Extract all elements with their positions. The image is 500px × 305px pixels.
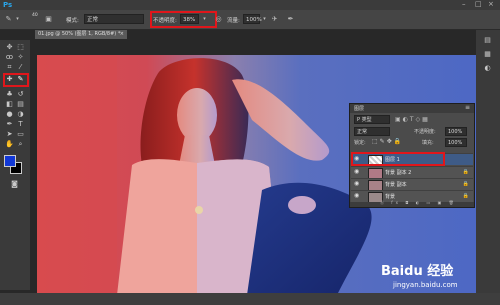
layers-panel-header: 图层 ≡ [350, 104, 474, 113]
close-window-button[interactable]: × [488, 0, 494, 8]
clone-stamp-tool-icon[interactable]: ♣ [5, 90, 14, 99]
flow-input[interactable]: 100% [243, 14, 262, 24]
lock-icon: 🔒 [462, 193, 469, 199]
fill-label: 填充: [422, 140, 434, 146]
type-tool-icon[interactable]: T [16, 120, 25, 129]
brush-panel-icon[interactable]: ▣ [44, 15, 53, 24]
flow-dropdown-icon[interactable]: ▾ [260, 15, 269, 24]
zoom-tool-icon[interactable]: ⌕ [16, 140, 25, 149]
options-bar: ✎ ▾ 40 ▣ 模式: 正常 不透明度: 38% ▾ ◎ 流量: 100% ▾… [0, 10, 500, 30]
opacity-input-value: 38% [183, 17, 196, 23]
airbrush-icon[interactable]: ✈ [270, 15, 279, 24]
brush-preset-dropdown-icon[interactable]: ▾ [13, 15, 22, 24]
visibility-eye-icon[interactable]: ◉ [354, 169, 360, 175]
panel-opacity-value: 100% [448, 129, 463, 135]
crop-tool-icon[interactable]: ⌗ [5, 63, 14, 72]
filter-icons[interactable]: ▣◐T◇▦ [395, 116, 430, 123]
toolbox: ✥ ⬚ ꝏ ✧ ⌗ ⁄ ✚ ✎ ♣ ↺ ◧ ▤ ● ◑ ✒ T ➤ ▭ ✋ ⌕ … [0, 40, 30, 290]
properties-panel-icon[interactable]: ▦ [483, 50, 492, 59]
opacity-input[interactable]: 38% [180, 14, 199, 24]
brush-size-label[interactable]: 40 [32, 13, 38, 18]
visibility-eye-icon[interactable]: ◉ [354, 181, 360, 187]
fill-value: 100% [448, 140, 463, 146]
opacity-dropdown-icon[interactable]: ▾ [200, 15, 209, 24]
layers-panel-title: 图层 [354, 106, 365, 112]
layer-kind-filter[interactable]: P 类型 [354, 115, 390, 124]
gradient-tool-icon[interactable]: ▤ [16, 100, 25, 109]
marquee-tool-icon[interactable]: ⬚ [16, 43, 25, 52]
dodge-tool-icon[interactable]: ◑ [16, 110, 25, 119]
blur-tool-icon[interactable]: ● [5, 110, 14, 119]
opacity-label: 不透明度: [153, 18, 177, 24]
layers-panel: 图层 ≡ P 类型 ▣◐T◇▦ 正常 不透明度: 100% 锁定: ⬚✎✥🔒 填… [349, 103, 475, 208]
minimize-button[interactable]: – [462, 0, 466, 8]
eyedropper-tool-icon[interactable]: ⁄ [16, 63, 25, 72]
healing-tool-icon[interactable]: ✚ [5, 75, 14, 84]
lock-icon: 🔒 [462, 169, 469, 175]
brush-tool-icon[interactable]: ✎ [4, 15, 13, 24]
panel-opacity-input[interactable]: 100% [445, 127, 467, 136]
layer-row[interactable]: ◉ 背景 副本 🔒 [351, 178, 473, 191]
layer-row[interactable]: ◉ 背景 副本 2 🔒 [351, 166, 473, 179]
brush-tool-icon[interactable]: ✎ [16, 75, 25, 84]
lasso-tool-icon[interactable]: ꝏ [5, 53, 14, 62]
visibility-eye-icon[interactable]: ◉ [354, 193, 360, 199]
document-tab-title: 01.jpg @ 50% (图层 1, RGB/8#) * [38, 31, 121, 37]
mode-label: 模式: [66, 18, 79, 24]
panel-opacity-label: 不透明度: [414, 129, 436, 135]
flow-label: 流量: [227, 18, 240, 24]
layer-highlight [351, 152, 445, 166]
layers-footer-icons[interactable]: ⓖ fx ◘ ◐ ▭ ▣ 🗑 [380, 200, 457, 206]
blend-mode-value: 正常 [357, 129, 368, 135]
layer-name: 背景 副本 2 [385, 170, 412, 176]
history-brush-tool-icon[interactable]: ↺ [16, 90, 25, 99]
pen-tool-icon[interactable]: ✒ [5, 120, 14, 129]
maximize-button[interactable]: □ [475, 0, 482, 8]
layers-footer: ⓖ fx ◘ ◐ ▭ ▣ 🗑 [350, 200, 474, 207]
shape-tool-icon[interactable]: ▭ [16, 130, 25, 139]
document-tab[interactable]: 01.jpg @ 50% (图层 1, RGB/8#) * × [35, 30, 127, 39]
close-document-icon[interactable]: × [120, 30, 124, 39]
blend-mode-select[interactable]: 正常 [354, 127, 390, 136]
pressure-opacity-icon[interactable]: ◎ [214, 15, 223, 24]
fill-input[interactable]: 100% [445, 138, 467, 147]
lock-label: 锁定: [354, 140, 366, 146]
path-select-tool-icon[interactable]: ➤ [5, 130, 14, 139]
layer-kind-filter-value: P 类型 [357, 117, 372, 123]
menu-bar: Ps – □ × [0, 0, 500, 10]
adjustments-panel-icon[interactable]: ◐ [483, 64, 492, 73]
mode-select-value: 正常 [87, 17, 99, 23]
quick-select-tool-icon[interactable]: ✧ [16, 53, 25, 62]
foreground-color-swatch[interactable] [4, 155, 16, 167]
layer-name: 背景 [385, 194, 396, 200]
quick-mask-icon[interactable]: ◙ [10, 180, 19, 189]
baidu-watermark: Baidu 经验 jingyan.baidu.com [381, 260, 485, 294]
watermark-url: jingyan.baidu.com [393, 281, 458, 289]
lock-icons[interactable]: ⬚✎✥🔒 [372, 138, 403, 145]
baidu-logo-text: Baidu 经验 [381, 264, 454, 279]
history-panel-icon[interactable]: ▤ [483, 36, 492, 45]
status-bar [0, 293, 500, 305]
panel-menu-icon[interactable]: ≡ [465, 104, 470, 111]
pressure-size-icon[interactable]: ✒ [286, 15, 295, 24]
layer-name: 背景 副本 [385, 182, 407, 188]
move-tool-icon[interactable]: ✥ [5, 43, 14, 52]
lock-icon: 🔒 [462, 181, 469, 187]
mode-select[interactable]: 正常 [84, 14, 144, 24]
photoshop-logo: Ps [3, 1, 13, 9]
eraser-tool-icon[interactable]: ◧ [5, 100, 14, 109]
hand-tool-icon[interactable]: ✋ [5, 140, 14, 149]
